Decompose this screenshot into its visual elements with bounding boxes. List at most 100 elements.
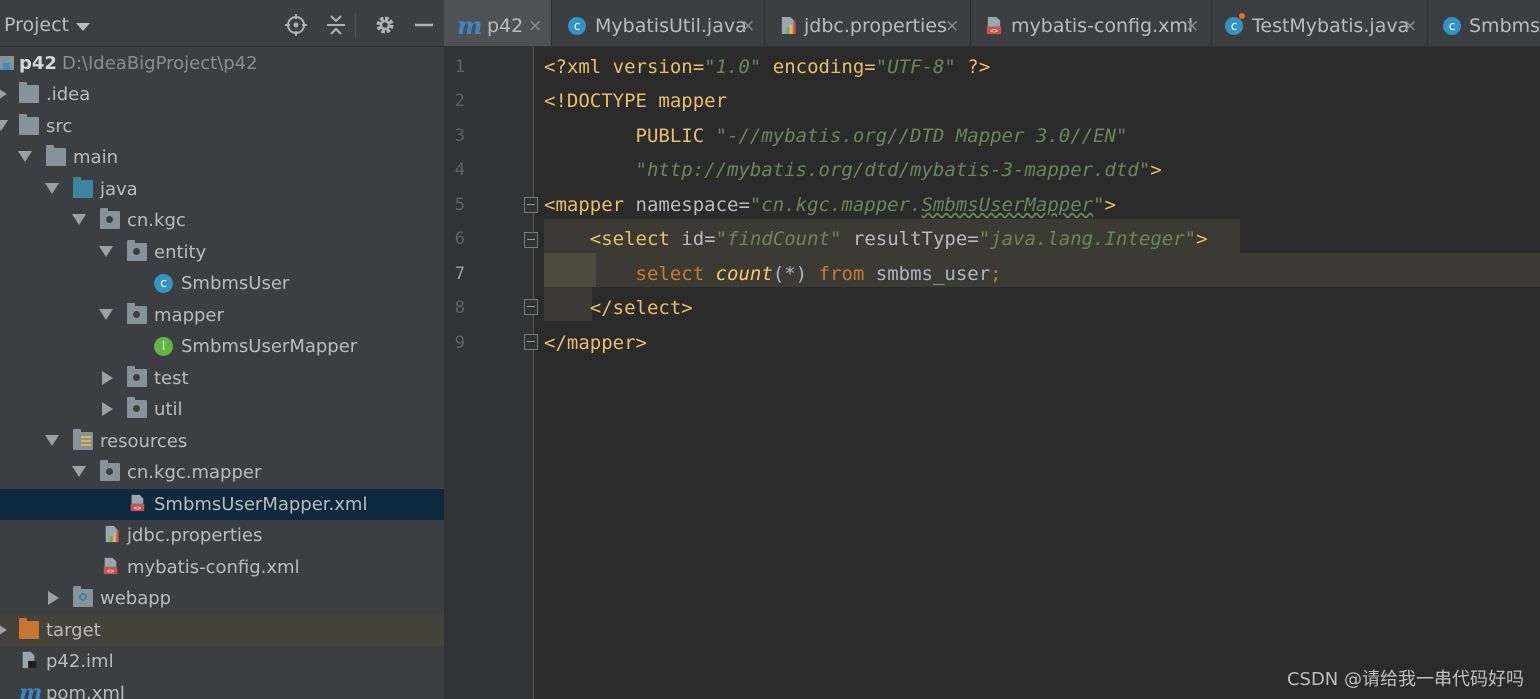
tab-label: mybatis-config.xml [1011,15,1194,37]
project-view-selector[interactable]: Project [4,14,69,36]
tab-mybatis-config-xml[interactable]: <> mybatis-config.xml × [971,0,1212,46]
tab-mybatisutil-java[interactable]: c MybatisUtil.java × [552,0,765,46]
fold-marker-icon[interactable] [524,334,538,350]
tab-testmybatis-java[interactable]: c TestMybatis.java × [1212,0,1428,46]
svg-text:<>: <> [990,27,998,35]
svg-text:<>: <> [134,505,142,512]
tree-item-mybatis-config-xml[interactable]: <> mybatis-config.xml [0,552,444,583]
collapse-all-icon[interactable] [325,14,347,36]
close-icon[interactable]: × [528,16,542,36]
xml-file-icon: <> [103,557,118,575]
chevron-down-icon[interactable] [45,435,59,446]
tree-item-entity[interactable]: entity [0,237,444,268]
chevron-right-icon[interactable] [0,87,7,101]
tree-item-idea[interactable]: .idea [0,79,444,110]
excluded-folder-icon [19,618,39,639]
tree-item-src[interactable]: src [0,111,444,142]
interface-icon: I [154,337,173,356]
tree-item-smbmsuser[interactable]: c SmbmsUser [0,268,444,299]
tree-item-label: entity [154,242,207,263]
fold-marker-icon[interactable] [524,197,538,213]
tab-p42[interactable]: m p42 × [444,0,552,46]
tree-item-label: test [154,368,189,389]
tab-label: SmbmsU [1469,15,1540,37]
tree-item-label: .idea [46,84,91,105]
line-number: 7 [454,264,465,284]
test-class-icon: c [1225,17,1243,35]
tree-item-label: p42.iml [46,651,114,672]
chevron-right-icon[interactable] [48,591,59,605]
xml-file-icon: <> [130,494,145,512]
tree-item-webapp[interactable]: webapp [0,583,444,614]
code-line-5: <mapper namespace="cn.kgc.mapper.SmbmsUs… [544,194,1116,216]
fold-marker-icon[interactable] [524,299,538,315]
tree-item-resources[interactable]: resources [0,426,444,457]
tree-item-jdbc-properties[interactable]: jdbc.properties [0,520,444,551]
fold-marker-icon[interactable] [524,232,538,248]
close-icon[interactable]: × [945,16,959,36]
gear-icon[interactable] [374,14,396,36]
tree-item-mapper[interactable]: mapper [0,300,444,331]
tab-jdbc-properties[interactable]: jdbc.properties × [765,0,971,46]
chevron-right-icon[interactable] [0,623,7,637]
package-icon [127,366,147,387]
tree-item-cn-kgc-mapper[interactable]: cn.kgc.mapper [0,457,444,488]
tree-item-label: pom.xml [46,683,125,699]
chevron-down-icon[interactable] [0,120,8,131]
tree-item-pom-xml[interactable]: m pom.xml [0,678,444,699]
svg-text:<>: <> [107,568,115,575]
folder-icon [19,82,39,103]
maven-icon: m [457,11,483,40]
chevron-down-icon[interactable] [76,23,90,31]
close-icon[interactable]: × [741,16,755,36]
watermark: CSDN @请给我一串代码好吗 [1286,669,1524,690]
tree-item-java[interactable]: java [0,174,444,205]
xml-file-icon: <> [986,16,1002,35]
folder-icon [46,145,66,166]
tree-item-util[interactable]: util [0,394,444,425]
tab-smbmsu[interactable]: c SmbmsU [1428,0,1540,46]
tab-label: p42 [487,15,524,37]
tree-item-label: src [46,116,73,137]
close-icon[interactable]: × [1185,16,1199,36]
chevron-down-icon[interactable] [72,214,86,225]
close-icon[interactable]: × [1403,16,1417,36]
tree-item-target[interactable]: target [0,615,444,646]
chevron-down-icon[interactable] [45,183,59,194]
chevron-down-icon[interactable] [18,151,32,162]
package-icon [100,460,120,481]
tree-item-label: SmbmsUser [181,273,290,294]
tree-item-label: java [100,179,138,200]
tree-item-cn-kgc[interactable]: cn.kgc [0,205,444,236]
tab-label: MybatisUtil.java [595,15,747,37]
line-number: 8 [454,298,465,318]
tree-item-smbmsusermapper[interactable]: I SmbmsUserMapper [0,331,444,362]
tab-label: jdbc.properties [804,15,947,37]
chevron-right-icon[interactable] [102,402,113,416]
code-line-7: select count(*) from smbms_user; [635,263,1002,285]
tree-item-label: mapper [154,305,224,326]
line-number: 3 [454,126,465,146]
resources-folder-icon [73,429,93,450]
package-icon [127,397,147,418]
code-area[interactable]: <?xml version="1.0" encoding="UTF-8" ?> … [544,47,1540,699]
tree-item-label: webapp [100,588,172,609]
code-line-4: "http://mybatis.org/dtd/mybatis-3-mapper… [544,159,1162,181]
tree-item-p42[interactable]: p42 D:\IdeaBigProject\p42 [0,48,444,79]
tree-item-p42-iml[interactable]: p42.iml [0,646,444,677]
tree-item-smbmsusermapper-xml[interactable]: <> SmbmsUserMapper.xml [0,489,444,520]
line-number: 9 [454,333,465,353]
class-icon: c [1443,17,1461,35]
locate-file-icon[interactable] [285,14,307,36]
line-number: 2 [454,91,465,111]
chevron-down-icon[interactable] [99,309,113,320]
line-number: 6 [454,229,465,249]
tree-item-main[interactable]: main [0,142,444,173]
tree-item-label: jdbc.properties [127,525,263,546]
tree-item-label: p42 [19,53,57,74]
chevron-down-icon[interactable] [72,466,86,477]
chevron-right-icon[interactable] [102,371,113,385]
tree-item-test[interactable]: test [0,363,444,394]
minimize-icon[interactable] [413,14,435,36]
chevron-down-icon[interactable] [99,246,113,257]
